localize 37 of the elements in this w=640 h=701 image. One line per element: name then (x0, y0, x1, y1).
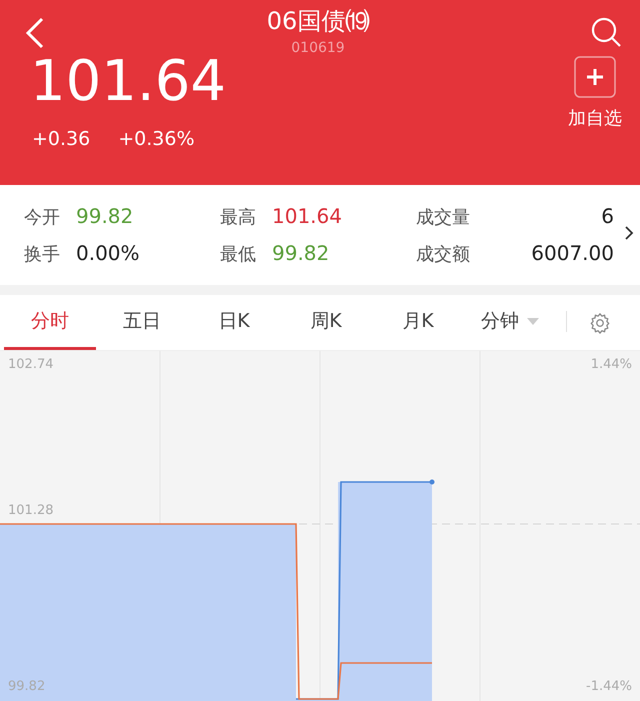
search-button[interactable] (590, 16, 622, 48)
stat-label: 最高 (220, 206, 256, 229)
percent-axis-label: 1.44% (590, 357, 632, 372)
y-axis-label: 99.82 (8, 679, 46, 694)
stat-value: 6007.00 (531, 241, 614, 265)
back-icon (24, 16, 46, 50)
stat-label: 成交额 (416, 243, 470, 266)
chart-tab[interactable]: 五日 (96, 295, 188, 350)
plus-icon (574, 56, 616, 98)
chart-tab[interactable]: 日K (188, 295, 280, 350)
percent-change: +0.36% (118, 128, 195, 150)
stat-value: 99.82 (76, 204, 134, 228)
caret-icon (527, 318, 539, 324)
chart-tab[interactable]: 月K (372, 295, 464, 350)
stat-label: 最低 (220, 243, 256, 266)
stat-value: 6 (601, 204, 614, 228)
stat-value: 0.00% (76, 241, 140, 265)
stat-label: 换手 (24, 243, 60, 266)
y-axis-label: 102.74 (8, 357, 54, 372)
stat-label: 成交量 (416, 206, 470, 229)
back-button[interactable] (24, 16, 46, 50)
percent-axis-label: -1.44% (586, 679, 632, 694)
last-point (430, 480, 434, 484)
chart-tab[interactable]: 周K (280, 295, 372, 350)
chart-tab[interactable]: 分钟 (464, 295, 556, 350)
price-change: +0.36 (32, 128, 90, 150)
stat-value: 101.64 (272, 204, 342, 228)
add-watchlist-button[interactable]: 加自选 (568, 56, 622, 130)
bond-code: 010619 (291, 40, 345, 56)
current-price: 101.64 (30, 50, 226, 114)
chevron-right-icon (624, 225, 634, 241)
stat-value: 99.82 (272, 241, 330, 265)
search-icon (590, 16, 622, 48)
settings-icon (589, 312, 611, 334)
stat-label: 今开 (24, 206, 60, 229)
y-axis-label: 101.28 (8, 503, 54, 518)
bond-title: 06国债⒆ (266, 6, 370, 36)
